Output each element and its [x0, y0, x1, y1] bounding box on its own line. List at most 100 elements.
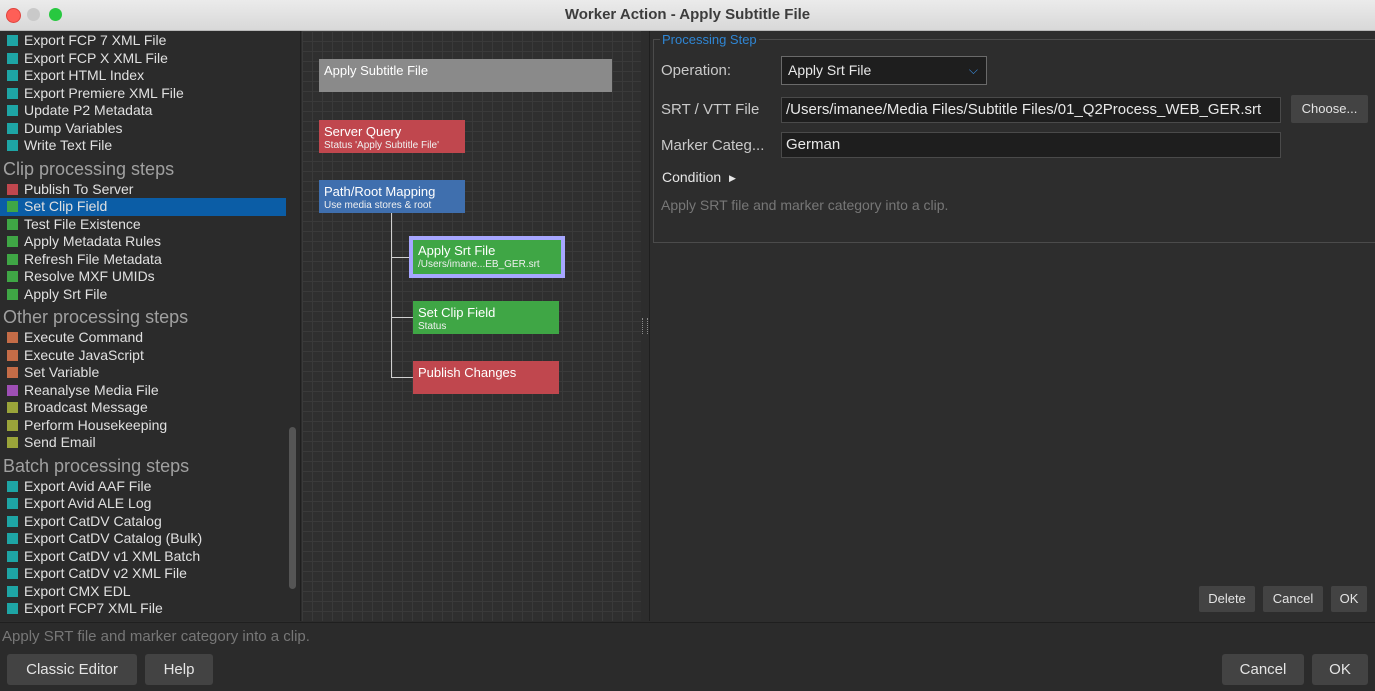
step-color-swatch	[7, 52, 18, 64]
step-palette-item-execute-javascript[interactable]: Execute JavaScript	[0, 347, 300, 365]
group-header-batch-processing-steps: Batch processing steps	[3, 455, 190, 476]
step-palette-item-apply-metadata-rules[interactable]: Apply Metadata Rules	[0, 233, 300, 251]
group-header-clip-processing-steps: Clip processing steps	[3, 158, 175, 179]
step-label: Test File Existence	[24, 215, 141, 232]
window-title: Worker Action - Apply Subtitle File	[564, 6, 811, 23]
step-palette-item-export-html-index[interactable]: Export HTML Index	[0, 67, 300, 85]
step-node-publish-changes[interactable]: Publish Changes	[413, 361, 559, 394]
step-palette-item-perform-housekeeping[interactable]: Perform Housekeeping	[0, 417, 300, 435]
status-text: Apply SRT file and marker category into …	[2, 628, 310, 645]
step-palette-item-apply-srt-file[interactable]: Apply Srt File	[0, 286, 300, 304]
step-label: Send Email	[24, 434, 96, 450]
step-description: Apply SRT file and marker category into …	[661, 197, 949, 213]
srt-file-label: SRT / VTT File	[661, 101, 760, 118]
step-palette-item-export-catdv-v2-xml-file[interactable]: Export CatDV v2 XML File	[0, 565, 300, 583]
step-palette-item-broadcast-message[interactable]: Broadcast Message	[0, 399, 300, 417]
step-label: Export FCP 7 XML File	[24, 32, 167, 48]
step-palette-item-refresh-file-metadata[interactable]: Refresh File Metadata	[0, 251, 300, 269]
step-palette-item-export-avid-aaf-file[interactable]: Export Avid AAF File	[0, 478, 300, 496]
step-palette-item-export-catdv-v1-xml-batch[interactable]: Export CatDV v1 XML Batch	[0, 548, 300, 566]
node-title: Path/Root Mapping	[324, 184, 436, 199]
cancel-step-button[interactable]: Cancel	[1263, 586, 1323, 612]
step-palette-item-resolve-mxf-umids[interactable]: Resolve MXF UMIDs	[0, 268, 300, 286]
step-palette-item-write-text-file[interactable]: Write Text File	[0, 137, 300, 155]
step-palette-item-test-file-existence[interactable]: Test File Existence	[0, 216, 300, 234]
node-subtitle: Status 'Apply Subtitle File'	[324, 140, 439, 151]
choose-file-button[interactable]: Choose...	[1291, 95, 1368, 123]
ok-button[interactable]: OK	[1312, 654, 1368, 685]
workflow-canvas[interactable]: Apply Subtitle File Server Query Status …	[302, 31, 641, 621]
step-label: Export Avid ALE Log	[24, 495, 152, 511]
marker-category-label: Marker Categ...	[661, 137, 765, 154]
step-color-swatch	[7, 122, 18, 134]
step-label: Publish To Server	[24, 180, 134, 197]
step-color-swatch	[7, 35, 18, 46]
node-subtitle: Use media stores & root	[324, 200, 432, 211]
node-title: Publish Changes	[418, 365, 517, 380]
step-label: Export CMX EDL	[24, 582, 131, 599]
cancel-button[interactable]: Cancel	[1222, 654, 1304, 685]
step-color-swatch	[7, 253, 18, 265]
classic-editor-button[interactable]: Classic Editor	[7, 654, 137, 685]
step-label: Broadcast Message	[24, 399, 148, 415]
step-palette-item-update-p2-metadata[interactable]: Update P2 Metadata	[0, 102, 300, 120]
workflow-root-node[interactable]: Apply Subtitle File	[319, 59, 612, 92]
condition-disclosure[interactable]: Condition ▶	[662, 169, 736, 185]
step-label: Set Clip Field	[24, 198, 108, 214]
step-label: Export Avid AAF File	[24, 477, 152, 494]
step-label: Perform Housekeeping	[24, 416, 168, 433]
step-label: Reanalyse Media File	[24, 381, 159, 398]
srt-file-path-field[interactable]: /Users/imanee/Media Files/Subtitle Files…	[781, 97, 1281, 123]
step-palette-item-export-cmx-edl[interactable]: Export CMX EDL	[0, 583, 300, 601]
step-palette-item-export-fcp-7-xml-file[interactable]: Export FCP 7 XML File	[0, 32, 300, 50]
processing-step-group: Processing Step Operation: Apply Srt Fil…	[653, 32, 1375, 243]
step-palette-item-set-variable[interactable]: Set Variable	[0, 364, 300, 382]
step-palette-item-export-fcp7-xml-file[interactable]: Export FCP7 XML File	[0, 600, 300, 618]
step-color-swatch	[7, 105, 18, 116]
step-list: Export FCP 7 XML File Export FCP X XML Fi…	[0, 32, 300, 618]
node-title: Set Clip Field	[418, 305, 496, 320]
step-palette-item-dump-variables[interactable]: Dump Variables	[0, 120, 300, 138]
connector-trunk	[391, 213, 392, 378]
node-subtitle: /Users/imane...EB_GER.srt	[418, 259, 540, 270]
step-label: Export CatDV Catalog (Bulk)	[24, 530, 203, 546]
step-node-set-clip-field[interactable]: Set Clip Field Status	[413, 301, 559, 334]
step-color-swatch	[7, 87, 18, 99]
step-list-scrollbar[interactable]	[289, 427, 296, 589]
marker-category-field[interactable]: German	[781, 132, 1281, 158]
step-palette-item-export-catdv-catalog[interactable]: Export CatDV Catalog	[0, 513, 300, 531]
step-label: Execute JavaScript	[24, 346, 144, 363]
step-color-swatch	[7, 367, 18, 378]
step-node-path-root-mapping[interactable]: Path/Root Mapping Use media stores & roo…	[319, 180, 465, 213]
step-palette-item-export-premiere-xml-file[interactable]: Export Premiere XML File	[0, 85, 300, 103]
help-button[interactable]: Help	[145, 654, 213, 685]
step-palette-item-export-avid-ale-log[interactable]: Export Avid ALE Log	[0, 495, 300, 513]
step-palette-item-execute-command[interactable]: Execute Command	[0, 329, 300, 347]
footer-bar: Apply SRT file and marker category into …	[0, 622, 1375, 691]
step-palette-item-publish-to-server[interactable]: Publish To Server	[0, 181, 300, 199]
step-palette-item-reanalyse-media-file[interactable]: Reanalyse Media File	[0, 382, 300, 400]
step-node-apply-srt-file[interactable]: Apply Srt File /Users/imane...EB_GER.srt	[409, 236, 565, 278]
step-color-swatch	[7, 603, 18, 614]
step-node-server-query[interactable]: Server Query Status 'Apply Subtitle File…	[319, 120, 465, 153]
operation-select-value: Apply Srt File	[788, 62, 872, 78]
ok-step-button[interactable]: OK	[1331, 586, 1367, 612]
pane-splitter-handle[interactable]	[642, 318, 648, 334]
step-properties-pane: Processing Step Operation: Apply Srt Fil…	[649, 31, 1375, 621]
step-color-swatch	[7, 349, 18, 361]
delete-step-button[interactable]: Delete	[1199, 586, 1255, 612]
node-title: Server Query	[324, 124, 402, 139]
step-palette-item-send-email[interactable]: Send Email	[0, 434, 300, 452]
step-label: Set Variable	[24, 364, 100, 380]
step-palette-item-set-clip-field[interactable]: Set Clip Field	[0, 198, 286, 216]
chevron-down-icon: ⌵	[968, 63, 978, 77]
operation-select[interactable]: Apply Srt File ⌵	[781, 56, 987, 85]
step-color-swatch	[7, 332, 18, 343]
step-label: Export CatDV v1 XML Batch	[24, 547, 201, 564]
step-palette-item-export-fcp-x-xml-file[interactable]: Export FCP X XML File	[0, 50, 300, 68]
step-label: Execute Command	[24, 329, 144, 345]
operation-label: Operation:	[661, 62, 732, 79]
connector-branch-set-clip	[391, 317, 413, 318]
step-label: Update P2 Metadata	[24, 102, 153, 118]
step-palette-item-export-catdv-catalog-bulk[interactable]: Export CatDV Catalog (Bulk)	[0, 530, 300, 548]
